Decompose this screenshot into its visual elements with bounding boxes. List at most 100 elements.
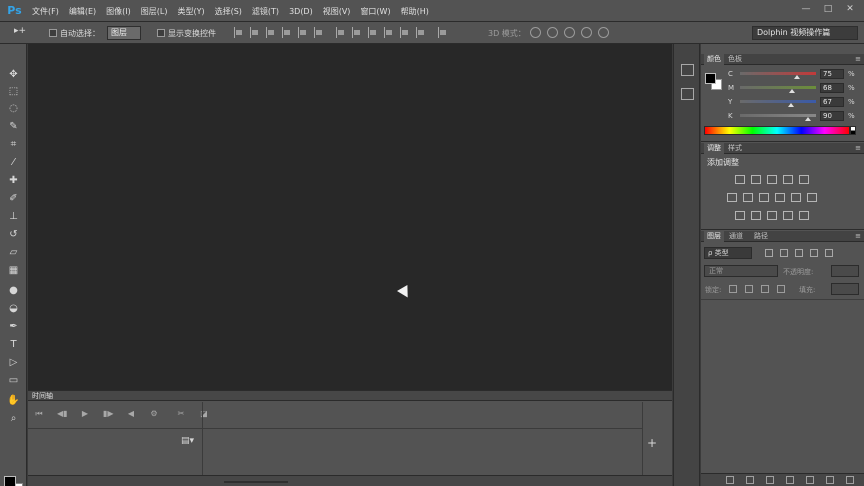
invert-icon[interactable]	[735, 211, 745, 220]
go-to-first-frame-icon[interactable]: ⏮	[34, 410, 44, 418]
distribute-top-icon[interactable]	[336, 27, 345, 38]
color-lookup-icon[interactable]	[807, 193, 817, 202]
channel-value-input[interactable]: 90	[820, 111, 844, 121]
new-adjustment-layer-icon[interactable]	[786, 476, 794, 484]
gradient-map-icon[interactable]	[783, 211, 793, 220]
type-tool-icon[interactable]: T	[6, 338, 21, 352]
path-select-tool-icon[interactable]: ▷	[6, 356, 21, 370]
layers-panel-menu-icon[interactable]: ≡	[855, 231, 861, 242]
new-layer-icon[interactable]	[826, 476, 834, 484]
link-layers-icon[interactable]	[726, 476, 734, 484]
tab-styles[interactable]: 样式	[725, 143, 745, 154]
distribute-bottom-icon[interactable]	[368, 27, 377, 38]
filter-type-icon[interactable]	[795, 249, 803, 257]
align-hcenter-icon[interactable]	[298, 27, 307, 38]
channel-value-input[interactable]: 75	[820, 69, 844, 79]
dodge-tool-icon[interactable]: ◒	[6, 302, 21, 316]
brush-tool-icon[interactable]: ✐	[6, 192, 21, 206]
menu-item[interactable]: 滤镜(T)	[252, 6, 279, 17]
move-tool-icon[interactable]: ✥	[6, 68, 21, 82]
settings-icon[interactable]: ⚙	[149, 410, 159, 418]
hue-saturation-icon[interactable]	[727, 193, 737, 202]
tab-channels[interactable]: 通道	[726, 231, 746, 242]
menu-item[interactable]: 类型(Y)	[177, 6, 204, 17]
hand-tool-icon[interactable]: ✋	[6, 394, 21, 408]
blur-tool-icon[interactable]: ●	[6, 284, 21, 298]
align-right-icon[interactable]	[314, 27, 323, 38]
menu-item[interactable]: 选择(S)	[215, 6, 242, 17]
menu-item[interactable]: 视图(V)	[323, 6, 351, 17]
distribute-vcenter-icon[interactable]	[352, 27, 361, 38]
lock-image-icon[interactable]	[745, 285, 753, 293]
channel-slider-thumb[interactable]	[788, 89, 795, 93]
black-white-icon[interactable]	[759, 193, 769, 202]
layer-style-icon[interactable]	[746, 476, 754, 484]
menu-item[interactable]: 3D(D)	[289, 7, 313, 16]
auto-align-icon[interactable]	[438, 27, 447, 38]
black-white-ramp[interactable]	[850, 126, 856, 135]
levels-icon[interactable]	[751, 175, 761, 184]
photo-filter-icon[interactable]	[775, 193, 785, 202]
lock-all-icon[interactable]	[777, 285, 785, 293]
align-vcenter-icon[interactable]	[250, 27, 259, 38]
curves-icon[interactable]	[767, 175, 777, 184]
workspace-dropdown[interactable]: Dolphin 视频操作篇	[752, 26, 858, 40]
tab-layers[interactable]: 图层	[704, 231, 724, 242]
blend-mode-dropdown[interactable]: 正常	[704, 265, 778, 277]
crop-tool-icon[interactable]: ⌗	[6, 138, 21, 152]
channel-slider-track[interactable]	[740, 100, 816, 103]
auto-select-checkbox[interactable]	[49, 29, 57, 37]
history-panel-icon[interactable]	[681, 64, 694, 76]
filter-smart-object-icon[interactable]	[825, 249, 833, 257]
timeline-zoom-slider[interactable]	[224, 481, 288, 483]
maximize-button[interactable]: □	[820, 2, 836, 16]
color-spectrum-ramp[interactable]	[704, 126, 850, 135]
channel-slider-thumb[interactable]	[787, 103, 794, 107]
channel-slider-thumb[interactable]	[794, 75, 800, 79]
menu-item[interactable]: 文件(F)	[32, 6, 59, 17]
align-left-icon[interactable]	[282, 27, 291, 38]
opacity-input[interactable]	[831, 265, 859, 277]
filter-pixel-icon[interactable]	[765, 249, 773, 257]
pen-tool-icon[interactable]: ✒	[6, 320, 21, 334]
vibrance-icon[interactable]	[799, 175, 809, 184]
distribute-right-icon[interactable]	[416, 27, 425, 38]
tab-paths[interactable]: 路径	[751, 231, 771, 242]
menu-item[interactable]: 帮助(H)	[401, 6, 429, 17]
previous-frame-icon[interactable]: ◀▮	[57, 410, 68, 418]
add-media-button[interactable]: ▤▾	[181, 436, 194, 446]
3d-roll-icon[interactable]	[547, 27, 558, 38]
timeline-tab[interactable]: 时间轴	[32, 391, 53, 401]
channel-slider-track[interactable]	[740, 72, 816, 75]
brightness-contrast-icon[interactable]	[735, 175, 745, 184]
filter-adjustment-icon[interactable]	[780, 249, 788, 257]
lasso-tool-icon[interactable]: ◌	[6, 102, 21, 116]
add-track-button[interactable]: +	[647, 436, 657, 450]
tab-adjustments[interactable]: 调整	[704, 143, 724, 154]
channel-mixer-icon[interactable]	[791, 193, 801, 202]
3d-pan-icon[interactable]	[564, 27, 575, 38]
tab-color[interactable]: 颜色	[704, 54, 724, 65]
tool-preset-picker[interactable]: ▸+	[14, 26, 38, 40]
filter-shape-icon[interactable]	[810, 249, 818, 257]
menu-item[interactable]: 图像(I)	[106, 6, 131, 17]
channel-value-input[interactable]: 67	[820, 97, 844, 107]
transition-icon[interactable]: ◪	[199, 410, 209, 418]
lock-transparent-icon[interactable]	[729, 285, 737, 293]
close-button[interactable]: ✕	[842, 2, 858, 16]
distribute-hcenter-icon[interactable]	[400, 27, 409, 38]
foreground-color-swatch[interactable]	[4, 476, 16, 486]
shape-tool-icon[interactable]: ▭	[6, 374, 21, 388]
new-group-icon[interactable]	[806, 476, 814, 484]
eraser-tool-icon[interactable]: ▱	[6, 246, 21, 260]
lock-position-icon[interactable]	[761, 285, 769, 293]
show-transform-checkbox[interactable]	[157, 29, 165, 37]
posterize-icon[interactable]	[751, 211, 761, 220]
auto-select-dropdown[interactable]: 图层	[107, 26, 141, 40]
distribute-left-icon[interactable]	[384, 27, 393, 38]
3d-scale-icon[interactable]	[598, 27, 609, 38]
delete-layer-icon[interactable]	[846, 476, 854, 484]
eyedropper-tool-icon[interactable]: ⁄	[6, 156, 21, 170]
properties-panel-icon[interactable]	[681, 88, 694, 100]
color-balance-icon[interactable]	[743, 193, 753, 202]
